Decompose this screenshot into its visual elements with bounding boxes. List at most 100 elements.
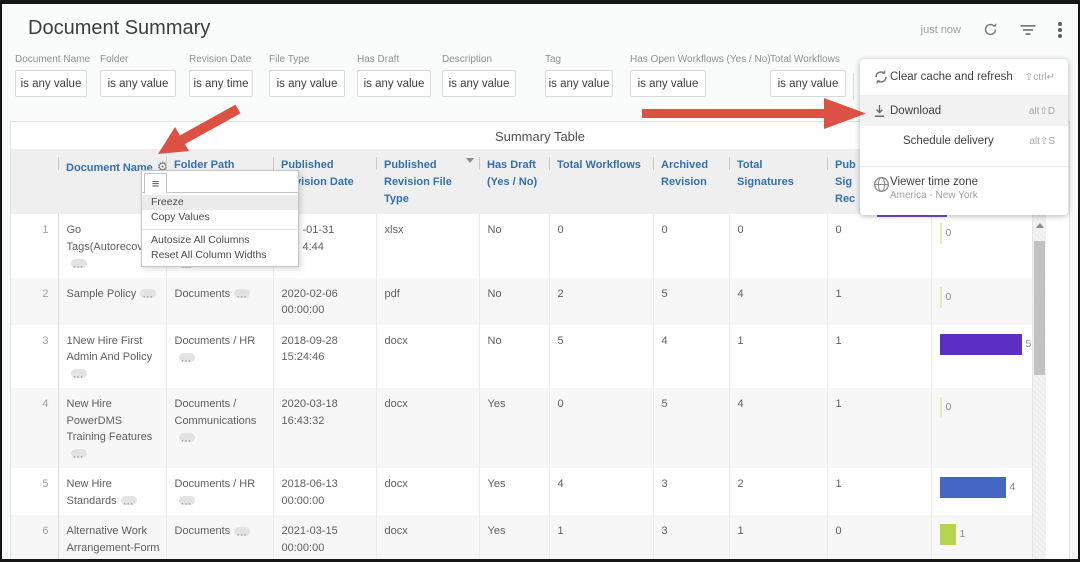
document-name-text: Go Tags(Autorecov ) xyxy=(66,224,150,253)
cell-more-pill[interactable] xyxy=(178,496,195,506)
dashboard-frame: Document Summary just now Document Name i… xyxy=(0,0,1080,562)
value-bar xyxy=(939,286,942,308)
cell-signatures-bar: 0 xyxy=(930,277,1032,325)
filter-value-has-open-workflows-yes-no[interactable]: is any value xyxy=(630,70,706,97)
cell-more-pill[interactable] xyxy=(120,496,137,506)
filter-label: Tag xyxy=(545,54,562,65)
folder-path-text: Documents / Communications xyxy=(174,398,257,427)
bar-value-label: 0 xyxy=(945,401,952,414)
table-row: 31New Hire First Admin And Policy Documen… xyxy=(11,324,1032,389)
cell-file-type: docx xyxy=(375,515,479,559)
cell-more-pill[interactable] xyxy=(70,449,87,459)
column-header-total-workflows[interactable]: Total Workflows xyxy=(549,149,653,215)
menu-item-clear-cache-and-refresh[interactable]: Clear cache and refresh ⇧ctrl↵ xyxy=(860,59,1068,95)
filter-document-name: Document Name is any value xyxy=(15,54,90,97)
date-line: 2021-03-15 xyxy=(281,525,338,538)
row-index: 4 xyxy=(11,388,59,469)
bar-value-label: 0 xyxy=(945,290,952,303)
bar-value-label: 1 xyxy=(959,528,966,541)
cell-document-name: New Hire PowerDMS Training Features xyxy=(57,388,166,469)
scroll-up-arrow-icon[interactable] xyxy=(1036,223,1044,228)
filter-value-tag[interactable]: is any value xyxy=(545,70,613,97)
cell-more-pill[interactable] xyxy=(70,258,87,268)
filter-value-description[interactable]: is any value xyxy=(442,70,516,97)
cell-file-type: pdf xyxy=(375,277,479,325)
filter-label: Folder xyxy=(100,54,129,65)
cell-total-signatures: 4 xyxy=(728,277,827,325)
cell-more-pill[interactable] xyxy=(70,369,87,379)
filter-has-open-workflows-yes-no: Has Open Workflows (Yes / No) is any valu… xyxy=(630,54,771,97)
cell-more-pill[interactable] xyxy=(234,289,251,299)
filter-label: Document Name xyxy=(15,54,91,65)
column-header-label: Published Revision File Type xyxy=(384,159,452,206)
filter-value-document-name[interactable]: is any value xyxy=(15,70,87,97)
dashboard-menu: Clear cache and refresh ⇧ctrl↵ Download alt… xyxy=(860,59,1068,215)
cell-document-name: 1New Hire First Admin And Policy xyxy=(57,324,166,389)
column-menu-item-autosize-all-columns[interactable]: Autosize All Columns xyxy=(142,233,298,248)
column-header-published-revision-file-type[interactable]: Published Revision File Type xyxy=(376,149,479,215)
filter-value-file-type[interactable]: is any value xyxy=(269,70,345,97)
cell-file-type: docx xyxy=(375,324,479,389)
cell-file-type: docx xyxy=(375,388,479,469)
timezone-value[interactable]: America - New York xyxy=(890,190,978,201)
menu-item-schedule-delivery[interactable]: Schedule delivery alt⇧S xyxy=(860,126,1068,156)
time-line: 15:24:46 xyxy=(281,351,325,364)
cell-more-pill[interactable] xyxy=(178,432,195,442)
vertical-scrollbar[interactable] xyxy=(1032,214,1046,559)
document-name-text: Sample Policy xyxy=(66,287,137,300)
bar-chart-cell: 4 xyxy=(939,476,1027,499)
value-bar xyxy=(939,333,1022,355)
column-menu-item-copy-values[interactable]: Copy Values xyxy=(142,210,298,225)
filter-value-total-workflows[interactable]: is any value xyxy=(770,70,846,97)
document-name-text: Alternative Work Arrangement-Form xyxy=(66,525,160,554)
cell-total-workflows: 5 xyxy=(548,324,653,389)
bar-chart-cell: 0 xyxy=(939,286,1027,309)
row-index: 1 xyxy=(11,214,59,278)
refresh-status: just now xyxy=(920,23,961,36)
row-index: 6 xyxy=(11,515,59,559)
filter-revision-date: Revision Date is any time xyxy=(189,54,253,97)
column-header-has-draft-yes-no[interactable]: Has Draft (Yes / No) xyxy=(479,149,549,215)
value-bar xyxy=(939,524,956,546)
sort-desc-icon[interactable] xyxy=(466,158,474,163)
cell-published-revision-date: 2021-03-15 00:00:00 xyxy=(272,515,376,559)
column-header-archived-revision[interactable]: Archived Revision xyxy=(653,149,729,215)
cell-total-signatures: 0 xyxy=(728,214,827,278)
hidden-filter-edge xyxy=(853,73,854,100)
time-line: 00:00:00 xyxy=(281,304,325,317)
cell-has-draft: Yes xyxy=(478,468,549,516)
hamburger-menu-icon[interactable]: ≡ xyxy=(144,173,167,194)
column-menu-item-reset-all-column-widths[interactable]: Reset All Column Widths xyxy=(142,248,298,263)
filter-value-revision-date[interactable]: is any time xyxy=(189,70,253,97)
date-line: 2018-06-13 xyxy=(281,478,338,491)
filter-value-has-draft[interactable]: is any value xyxy=(357,70,431,97)
dashboard-more-menu-icon[interactable] xyxy=(1058,22,1062,38)
column-header-blank[interactable] xyxy=(11,149,58,215)
filter-toggle-icon[interactable] xyxy=(1020,24,1036,36)
cell-more-pill[interactable] xyxy=(140,289,157,299)
scrollbar-thumb[interactable] xyxy=(1034,241,1045,375)
cell-has-draft: No xyxy=(478,214,549,278)
cell-archived-revision: 5 xyxy=(652,277,729,325)
globe-icon xyxy=(860,176,890,193)
refresh-icon[interactable] xyxy=(983,22,998,37)
cell-more-pill[interactable] xyxy=(234,526,251,536)
cell-total-signatures: 2 xyxy=(728,468,827,516)
filter-value-folder[interactable]: is any value xyxy=(100,70,176,97)
menu-item-download[interactable]: Download alt⇧D xyxy=(860,96,1068,126)
cell-pub-sig-rec: 0 xyxy=(826,214,931,278)
date-line: 2020-02-06 xyxy=(281,287,338,300)
table-row: 6Alternative Work Arrangement-Form Docume… xyxy=(11,515,1032,559)
cell-has-draft: No xyxy=(478,324,549,389)
column-header-total-signatures[interactable]: Total Signatures xyxy=(729,149,827,215)
folder-path-text: Documents xyxy=(174,287,231,300)
bar-value-label: 5 xyxy=(1025,337,1032,350)
clear-cache-icon xyxy=(860,69,890,85)
menu-item-viewer-time-zone[interactable]: Viewer time zone America - New York xyxy=(860,167,1068,213)
cell-pub-sig-rec: 1 xyxy=(826,388,931,469)
cell-more-pill[interactable] xyxy=(178,352,195,362)
cell-archived-revision: 5 xyxy=(652,388,729,469)
page-title: Document Summary xyxy=(28,17,211,39)
document-name-text: New Hire PowerDMS Training Features xyxy=(66,398,153,444)
column-menu-item-freeze[interactable]: Freeze xyxy=(142,195,298,210)
